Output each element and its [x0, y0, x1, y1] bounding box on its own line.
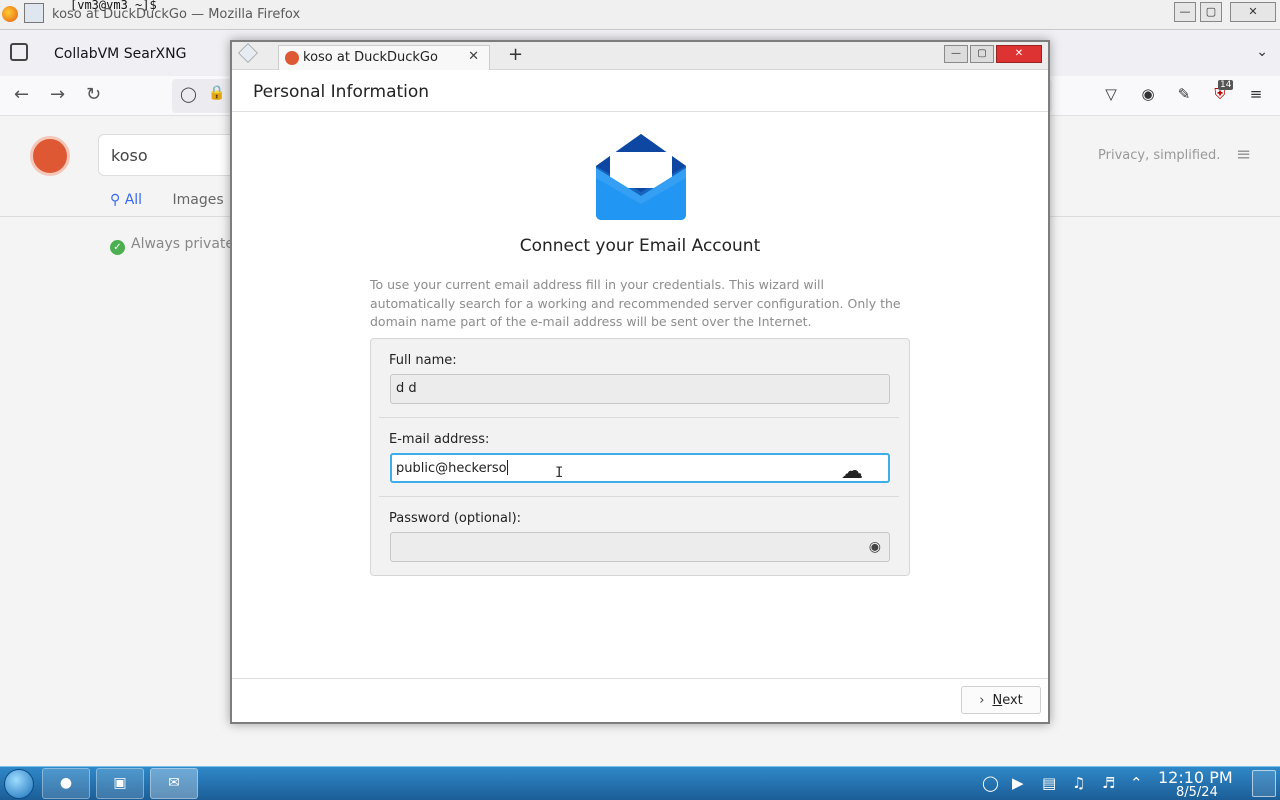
maximize-button[interactable]: ▢	[1200, 2, 1222, 22]
reload-icon[interactable]: ↻	[86, 84, 101, 105]
text-caret	[506, 460, 508, 475]
shield-icon[interactable]: ◯	[180, 85, 197, 103]
separator	[379, 417, 899, 418]
email-field[interactable]: public@heckerso	[390, 453, 890, 483]
eye-icon[interactable]: ◉	[869, 539, 881, 555]
duckduckgo-logo[interactable]	[30, 136, 70, 176]
tray-expand-icon[interactable]: ⌃	[1130, 774, 1143, 792]
clipboard-icon[interactable]: ▤	[1042, 774, 1056, 792]
show-desktop-button[interactable]	[1252, 770, 1276, 797]
window-title: koso at DuckDuckGo — Mozilla Firefox	[52, 7, 301, 22]
tab-all[interactable]: ⚲ All	[110, 192, 142, 208]
search-input[interactable]: koso	[98, 134, 238, 176]
credentials-form: Full name: d d E-mail address: public@he…	[370, 338, 910, 576]
taskbar: ● ▣ ✉ ◯ ▶ ▤ ♫ ♬ ⌃ 12:10 PM 8/5/24	[0, 766, 1280, 800]
dialog-titlebar: koso at DuckDuckGo ✕ + — ▢ ✕	[232, 42, 1048, 70]
back-icon[interactable]: ←	[14, 84, 29, 105]
lock-icon[interactable]: 🔒	[208, 85, 225, 101]
firefox-icon	[2, 6, 18, 22]
mail-envelope-icon	[596, 134, 686, 220]
terminal-icon	[24, 3, 44, 23]
account-icon[interactable]: ◉	[1139, 85, 1157, 103]
volume-icon[interactable]: ♬	[1102, 774, 1115, 792]
extensions-icon[interactable]: ✎	[1175, 85, 1193, 103]
dialog-header: Personal Information	[232, 72, 1048, 112]
network-icon[interactable]: ◯	[982, 774, 999, 792]
dialog-close-button[interactable]: ✕	[996, 45, 1042, 63]
console-icon[interactable]: ▶	[1012, 774, 1024, 792]
window-menu-icon[interactable]	[238, 43, 258, 63]
taskbar-firefox[interactable]: ●	[42, 768, 90, 799]
dialog-maximize-button[interactable]: ▢	[970, 45, 994, 63]
intro-text: To use your current email address fill i…	[370, 277, 901, 329]
ibeam-cursor-icon: I	[555, 465, 564, 481]
busy-cursor-icon: ☁	[841, 459, 863, 484]
new-tab-icon[interactable]: +	[508, 44, 523, 65]
speaker-muted-icon[interactable]: ♫	[1072, 774, 1085, 792]
close-button[interactable]: ✕	[1230, 2, 1276, 22]
pocket-icon[interactable]: ▽	[1102, 85, 1120, 103]
password-field[interactable]: ◉	[390, 532, 890, 562]
hamburger-menu-icon[interactable]: ≡	[1236, 144, 1251, 165]
privacy-tagline: Privacy, simplified.	[1098, 148, 1221, 163]
full-name-label: Full name:	[389, 353, 457, 368]
tab-overview-icon[interactable]	[10, 43, 28, 61]
addon-badge: 14	[1218, 80, 1234, 90]
separator	[379, 496, 899, 497]
full-name-field[interactable]: d d	[390, 374, 890, 404]
next-button[interactable]: › Next	[961, 686, 1041, 714]
check-icon: ✓	[110, 240, 125, 255]
menu-icon[interactable]: ≡	[1247, 85, 1265, 103]
duckduckgo-tab-icon	[285, 51, 299, 65]
taskbar-terminal[interactable]: ▣	[96, 768, 144, 799]
clock-date[interactable]: 8/5/24	[1176, 785, 1218, 800]
dialog-tab[interactable]: koso at DuckDuckGo ✕	[278, 45, 490, 70]
footer-divider	[232, 678, 1048, 679]
firefox-titlebar: [vm3@vm3 ~]$ koso at DuckDuckGo — Mozill…	[0, 0, 1280, 30]
email-account-dialog: koso at DuckDuckGo ✕ + — ▢ ✕ Personal In…	[230, 40, 1050, 724]
connect-title: Connect your Email Account	[519, 236, 761, 256]
forward-icon[interactable]: →	[50, 84, 65, 105]
tab-images[interactable]: Images	[173, 192, 224, 208]
dialog-minimize-button[interactable]: —	[944, 45, 968, 63]
always-private-notice: ✓ Always private	[110, 236, 234, 255]
taskbar-mail[interactable]: ✉	[150, 768, 198, 799]
page-title: Personal Information	[253, 82, 430, 102]
chevron-down-icon[interactable]: ⌄	[1256, 44, 1268, 60]
tab-collabvm[interactable]: CollabVM SearXNG	[44, 36, 244, 70]
start-button[interactable]	[4, 769, 34, 799]
minimize-button[interactable]: —	[1174, 2, 1196, 22]
tab-close-icon[interactable]: ✕	[468, 49, 479, 64]
password-label: Password (optional):	[389, 511, 522, 526]
email-label: E-mail address:	[389, 432, 490, 447]
chevron-right-icon: ›	[979, 692, 985, 708]
